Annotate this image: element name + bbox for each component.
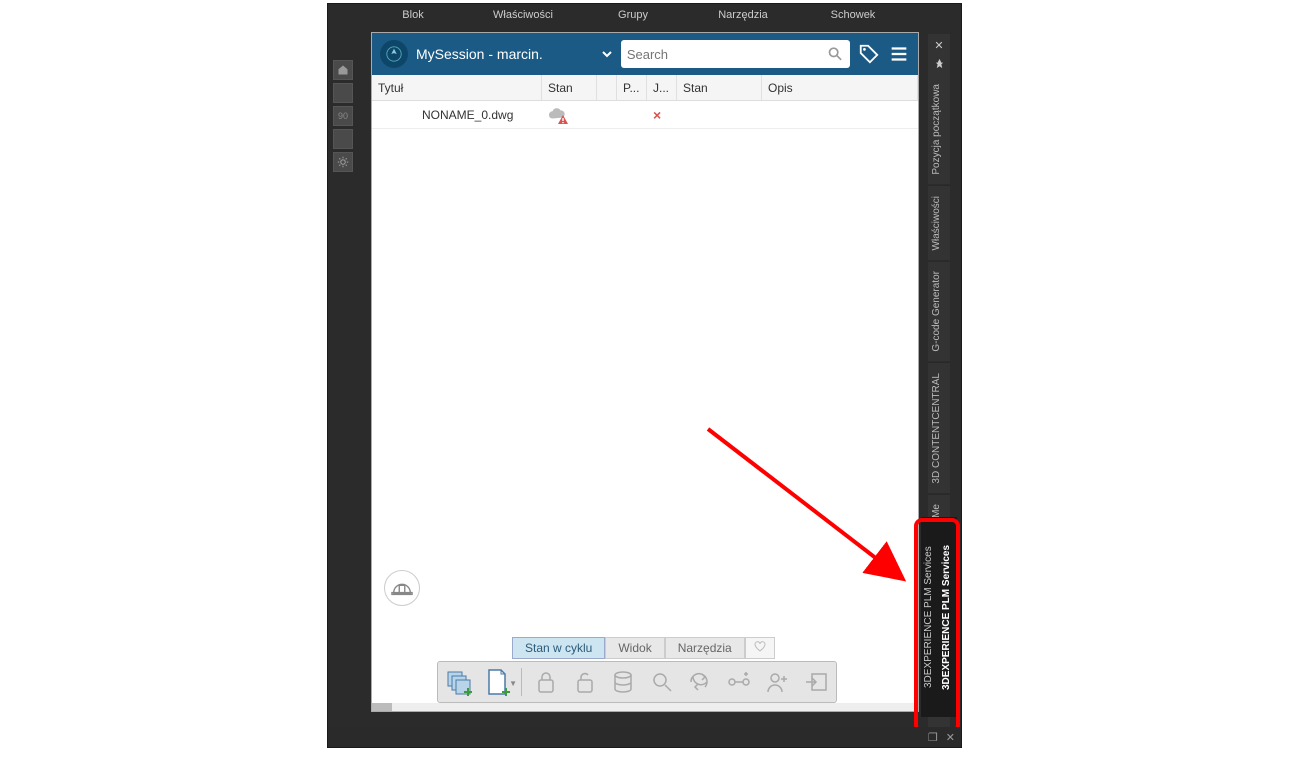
x-icon: × bbox=[653, 107, 661, 123]
lock-button bbox=[532, 667, 561, 697]
ribbon-tab-narzedzia[interactable]: Narzędzia bbox=[688, 6, 798, 24]
cell-j: × bbox=[647, 101, 677, 128]
ribbon-tabs: Blok Właściwości Grupy Narzędzia Schowek bbox=[328, 4, 961, 26]
ribbon-tab-blok[interactable]: Blok bbox=[358, 6, 468, 24]
home-icon[interactable] bbox=[333, 60, 353, 80]
col-tytul[interactable]: Tytuł bbox=[372, 75, 542, 100]
sidetab-pozycja[interactable]: Pozycja początkowa bbox=[928, 74, 950, 186]
cell-opis bbox=[762, 101, 918, 128]
col-stan[interactable]: Stan bbox=[542, 75, 597, 100]
unlock-button bbox=[570, 667, 599, 697]
new-doc-button[interactable]: ▼ bbox=[483, 667, 512, 697]
redacted-name bbox=[547, 48, 597, 60]
cell-blank bbox=[597, 101, 617, 128]
ribbon-tab-wlasciwosci[interactable]: Właściwości bbox=[468, 6, 578, 24]
close-icon[interactable]: ✕ bbox=[932, 38, 946, 52]
session-dropdown[interactable]: MySession - marcin. bbox=[416, 46, 613, 62]
cell-p bbox=[617, 101, 647, 128]
sidetab-plm-inner[interactable]: 3DEXPERIENCE PLM Services bbox=[921, 517, 939, 717]
import-button bbox=[801, 667, 830, 697]
col-blank[interactable] bbox=[597, 75, 617, 100]
app-window: Blok Właściwości Grupy Narzędzia Schowek… bbox=[327, 3, 962, 748]
rotate-90-button[interactable]: 90 bbox=[333, 106, 353, 126]
menu-icon[interactable] bbox=[888, 43, 910, 65]
toolbar-separator bbox=[521, 668, 522, 696]
compass-icon[interactable] bbox=[380, 40, 408, 68]
scrollbar-horizontal[interactable] bbox=[372, 703, 918, 711]
sidetab-wlasciwosci[interactable]: Właściwości bbox=[928, 186, 950, 261]
cell-stan bbox=[542, 101, 597, 128]
pin-icon[interactable] bbox=[932, 56, 946, 70]
tab-widok[interactable]: Widok bbox=[605, 637, 664, 659]
batch-save-button[interactable] bbox=[444, 667, 473, 697]
gear-icon[interactable] bbox=[333, 152, 353, 172]
table-row[interactable]: NONAME_0.dwg × bbox=[372, 101, 918, 129]
ribbon-tab-grupy[interactable]: Grupy bbox=[578, 6, 688, 24]
hardhat-button[interactable] bbox=[384, 570, 420, 606]
dropdown-chevron-icon[interactable]: ▼ bbox=[509, 679, 517, 688]
hardhat-icon bbox=[391, 579, 413, 597]
col-opis[interactable]: Opis bbox=[762, 75, 918, 100]
tab-narzedzia[interactable]: Narzędzia bbox=[665, 637, 745, 659]
window-restore-icon[interactable]: ❐ bbox=[928, 731, 938, 744]
cell-stan2 bbox=[677, 101, 762, 128]
col-stan2[interactable]: Stan bbox=[677, 75, 762, 100]
sidetab-gcode[interactable]: G-code Generator bbox=[928, 261, 950, 363]
search-icon[interactable] bbox=[827, 45, 844, 63]
search-input[interactable] bbox=[621, 40, 850, 68]
plm-panel: MySession - marcin. Tytuł Stan P... J...… bbox=[371, 32, 919, 712]
heart-icon bbox=[754, 641, 766, 653]
bottom-tabs: Stan w cyklu Widok Narzędzia bbox=[512, 637, 775, 659]
search-field[interactable] bbox=[627, 47, 828, 62]
col-j[interactable]: J... bbox=[647, 75, 677, 100]
chevron-down-icon bbox=[601, 48, 613, 60]
add-user-button bbox=[763, 667, 792, 697]
sidetab-3dcontentcentral[interactable]: 3D CONTENTCENTRAL bbox=[928, 363, 950, 495]
cell-tytul: NONAME_0.dwg bbox=[372, 101, 542, 128]
statusbar: ❐ ✕ bbox=[328, 727, 961, 747]
refresh-link-button bbox=[686, 667, 715, 697]
left-toolbar: 90 bbox=[333, 60, 355, 172]
nav-btn-2[interactable] bbox=[333, 83, 353, 103]
ribbon-tab-schowek[interactable]: Schowek bbox=[798, 6, 908, 24]
sidetab-plm-outer[interactable]: 3DEXPERIENCE PLM Services bbox=[939, 517, 957, 717]
panel-header: MySession - marcin. bbox=[372, 33, 918, 75]
tag-icon[interactable] bbox=[858, 43, 880, 65]
database-button bbox=[609, 667, 638, 697]
window-close-icon[interactable]: ✕ bbox=[946, 731, 955, 744]
bottom-toolbar: ▼ bbox=[437, 661, 837, 703]
col-p[interactable]: P... bbox=[617, 75, 647, 100]
table-header: Tytuł Stan P... J... Stan Opis bbox=[372, 75, 918, 101]
add-link-button bbox=[724, 667, 753, 697]
cloud-warn-icon bbox=[548, 107, 566, 123]
plm-services-tabs: 3DEXPERIENCE PLM Services 3DEXPERIENCE P… bbox=[921, 517, 957, 717]
tab-stan-w-cyklu[interactable]: Stan w cyklu bbox=[512, 637, 605, 659]
search-button bbox=[647, 667, 676, 697]
session-label: MySession - marcin. bbox=[416, 46, 543, 62]
nav-btn-4[interactable] bbox=[333, 129, 353, 149]
tab-favorite[interactable] bbox=[745, 637, 775, 659]
